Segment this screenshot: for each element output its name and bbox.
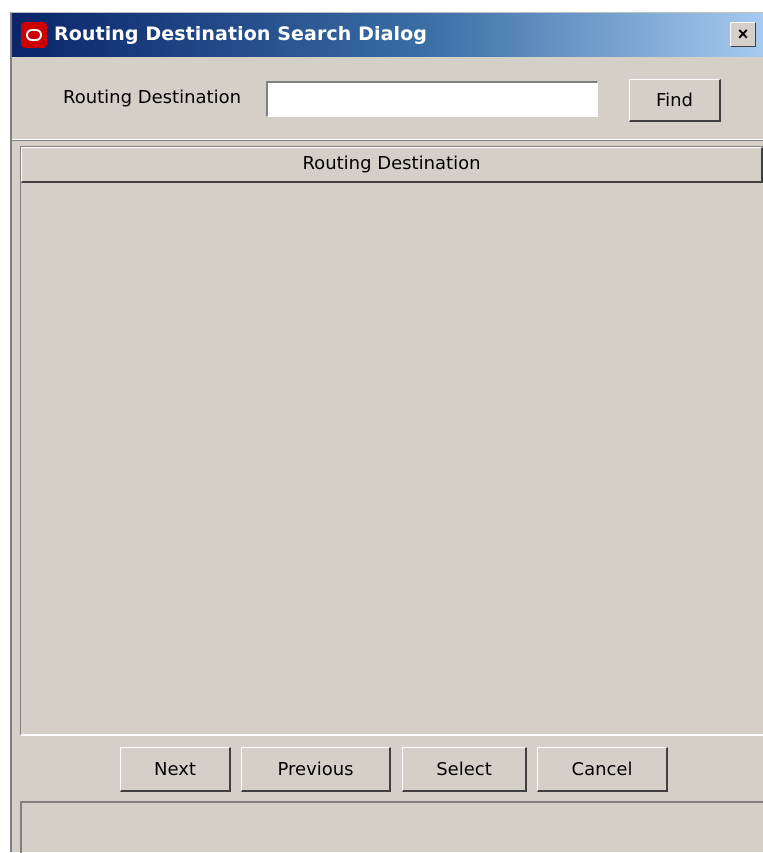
previous-button[interactable]: Previous: [241, 747, 391, 792]
results-table[interactable]: Routing Destination: [20, 146, 763, 736]
close-button[interactable]: ×: [730, 22, 756, 47]
cancel-button[interactable]: Cancel: [537, 747, 668, 792]
find-button[interactable]: Find: [629, 79, 721, 122]
select-button[interactable]: Select: [402, 747, 527, 792]
next-button[interactable]: Next: [120, 747, 231, 792]
status-bar: [20, 801, 763, 853]
routing-destination-label: Routing Destination: [63, 87, 242, 108]
search-panel: Routing Destination Find: [12, 59, 763, 140]
oracle-logo-icon: [21, 22, 47, 48]
search-dialog-window: Routing Destination Search Dialog × Rout…: [10, 12, 763, 853]
title-bar[interactable]: Routing Destination Search Dialog ×: [12, 13, 763, 57]
window-title: Routing Destination Search Dialog: [54, 23, 427, 45]
routing-destination-input[interactable]: [266, 81, 598, 117]
column-header-routing-destination[interactable]: Routing Destination: [21, 147, 763, 183]
